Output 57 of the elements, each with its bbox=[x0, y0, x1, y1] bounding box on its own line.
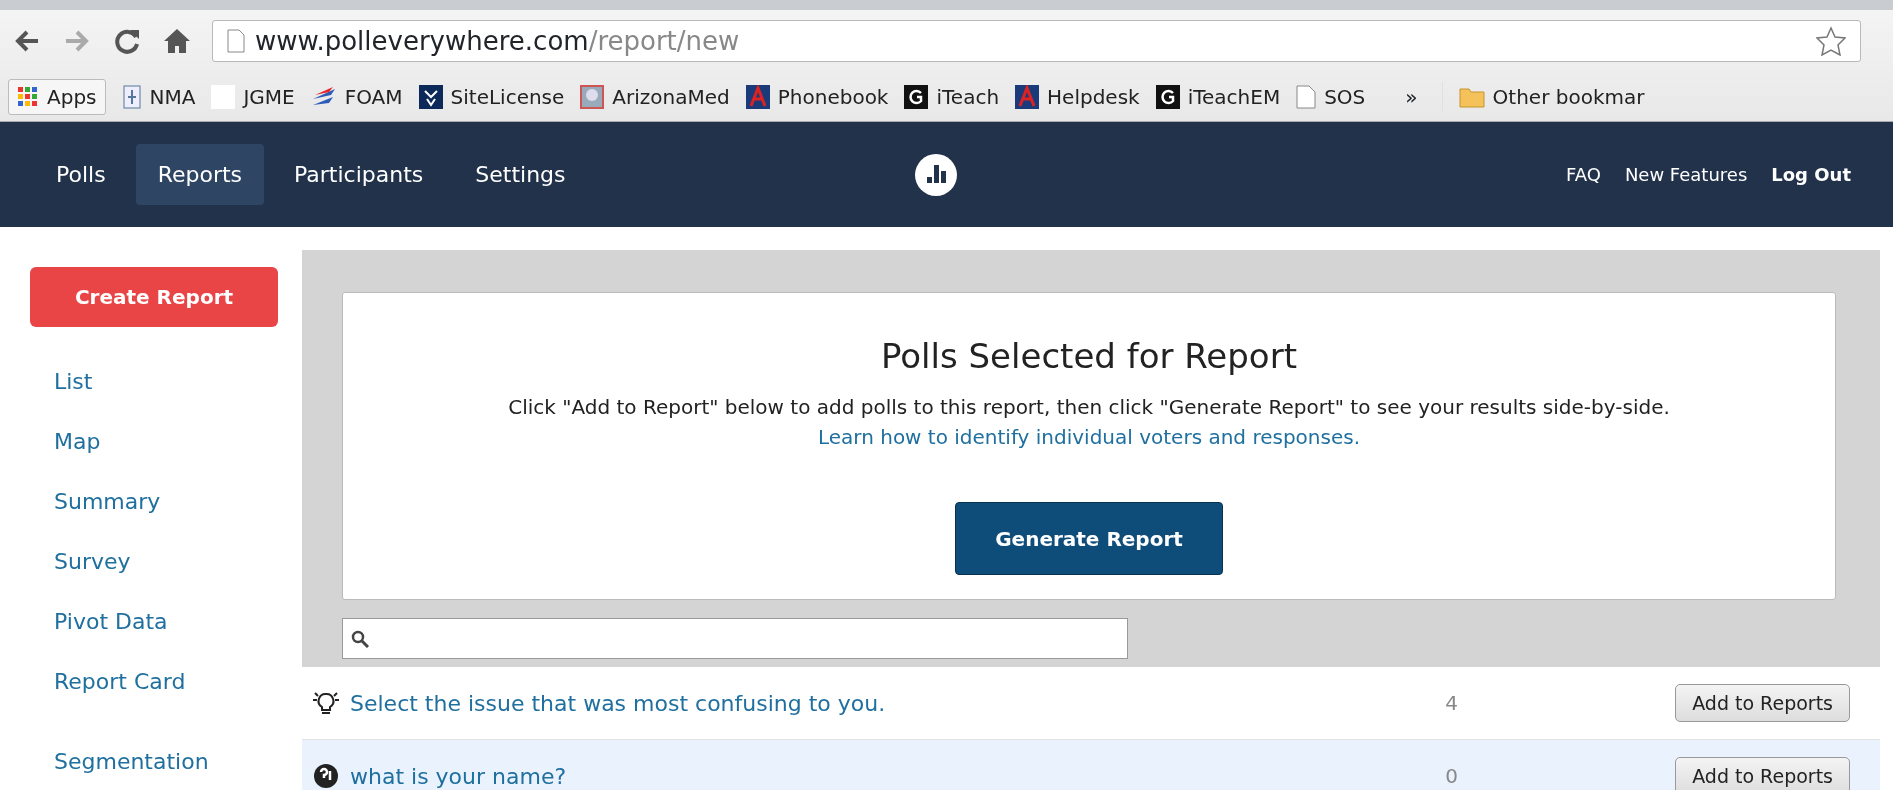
add-to-reports-button[interactable]: Add to Reports bbox=[1675, 683, 1850, 723]
nav-tab[interactable]: Reports bbox=[135, 144, 265, 205]
search-field[interactable] bbox=[342, 618, 1128, 659]
bookmark-link[interactable]: SiteLicense bbox=[450, 81, 565, 112]
response-count: 4 bbox=[1445, 690, 1459, 717]
instruction-text: Click "Add to Report" below to add polls to this report, then click "Generate Report" to see your results side-by-side. bbox=[507, 394, 1671, 421]
url-text: www.polleverywhere.com/report/new bbox=[255, 24, 741, 58]
add-to-reports-button[interactable]: Add to Reports bbox=[1675, 756, 1850, 790]
portrait-icon bbox=[580, 84, 605, 109]
nav-tab[interactable]: Polls bbox=[34, 144, 128, 205]
bookmark-link[interactable]: Phonebook bbox=[777, 81, 889, 112]
help-link[interactable]: Learn how to identify individual voters and responses. bbox=[817, 425, 1361, 449]
bookmark-link[interactable]: Helpdesk bbox=[1047, 81, 1140, 112]
response-count: 0 bbox=[1445, 763, 1459, 790]
shield-icon bbox=[1015, 84, 1040, 109]
bookmark-link[interactable]: SOS bbox=[1324, 81, 1366, 112]
star-icon[interactable] bbox=[1816, 26, 1846, 56]
folder-icon bbox=[1458, 85, 1485, 108]
sidebar-link[interactable]: Segmentation bbox=[54, 745, 209, 778]
poll-link[interactable]: Select the issue that was most confusing to you. bbox=[350, 686, 1446, 720]
search-icon bbox=[351, 629, 369, 648]
generate-report-button[interactable]: Generate Report bbox=[955, 502, 1223, 575]
seal-icon bbox=[418, 84, 443, 109]
address-bar[interactable]: www.polleverywhere.com/report/new bbox=[212, 20, 1861, 62]
bookmark-link[interactable]: JGME bbox=[243, 81, 295, 112]
bookmark-link[interactable]: ArizonaMed bbox=[612, 81, 730, 112]
document-icon bbox=[121, 84, 142, 109]
create-report-button[interactable]: Create Report bbox=[30, 267, 278, 327]
square-icon bbox=[904, 84, 929, 109]
poll-link[interactable]: what is your name? bbox=[350, 759, 1446, 790]
page-icon bbox=[227, 29, 245, 53]
sidebar-link[interactable]: Survey bbox=[54, 545, 131, 578]
bookmark-link[interactable]: Other bookmar bbox=[1492, 81, 1645, 112]
nav-tab[interactable]: Participants bbox=[272, 144, 446, 205]
nav-link[interactable]: New Features bbox=[1624, 161, 1748, 188]
nav-link[interactable]: FAQ bbox=[1566, 161, 1601, 188]
overflow-button[interactable]: » bbox=[1405, 81, 1418, 112]
question-badge-icon bbox=[312, 762, 340, 790]
nav-tab[interactable]: Settings bbox=[453, 144, 588, 205]
bookmark-link[interactable]: NMA bbox=[149, 81, 196, 112]
bookmark-link[interactable]: iTeachEM bbox=[1187, 81, 1281, 112]
sidebar-link[interactable]: Summary bbox=[54, 485, 161, 518]
sidebar-link[interactable]: Map bbox=[54, 425, 101, 458]
shield-icon bbox=[745, 84, 770, 109]
nav-link[interactable]: Log Out bbox=[1771, 161, 1851, 188]
sidebar-link[interactable]: Report Card bbox=[54, 665, 186, 698]
sidebar-link[interactable]: Pivot Data bbox=[54, 605, 168, 638]
panel-title: Polls Selected for Report bbox=[880, 335, 1298, 378]
sidebar-link[interactable]: List bbox=[54, 365, 93, 398]
bookmark-link[interactable]: FOAM bbox=[344, 81, 403, 112]
bookmark-link[interactable]: iTeach bbox=[936, 81, 1000, 112]
logo-icon[interactable] bbox=[914, 152, 958, 197]
lightbulb-icon bbox=[312, 690, 340, 716]
apps-icon bbox=[17, 85, 39, 108]
square-icon bbox=[1155, 84, 1180, 109]
home-icon[interactable] bbox=[162, 26, 192, 56]
page-icon bbox=[1296, 84, 1317, 109]
